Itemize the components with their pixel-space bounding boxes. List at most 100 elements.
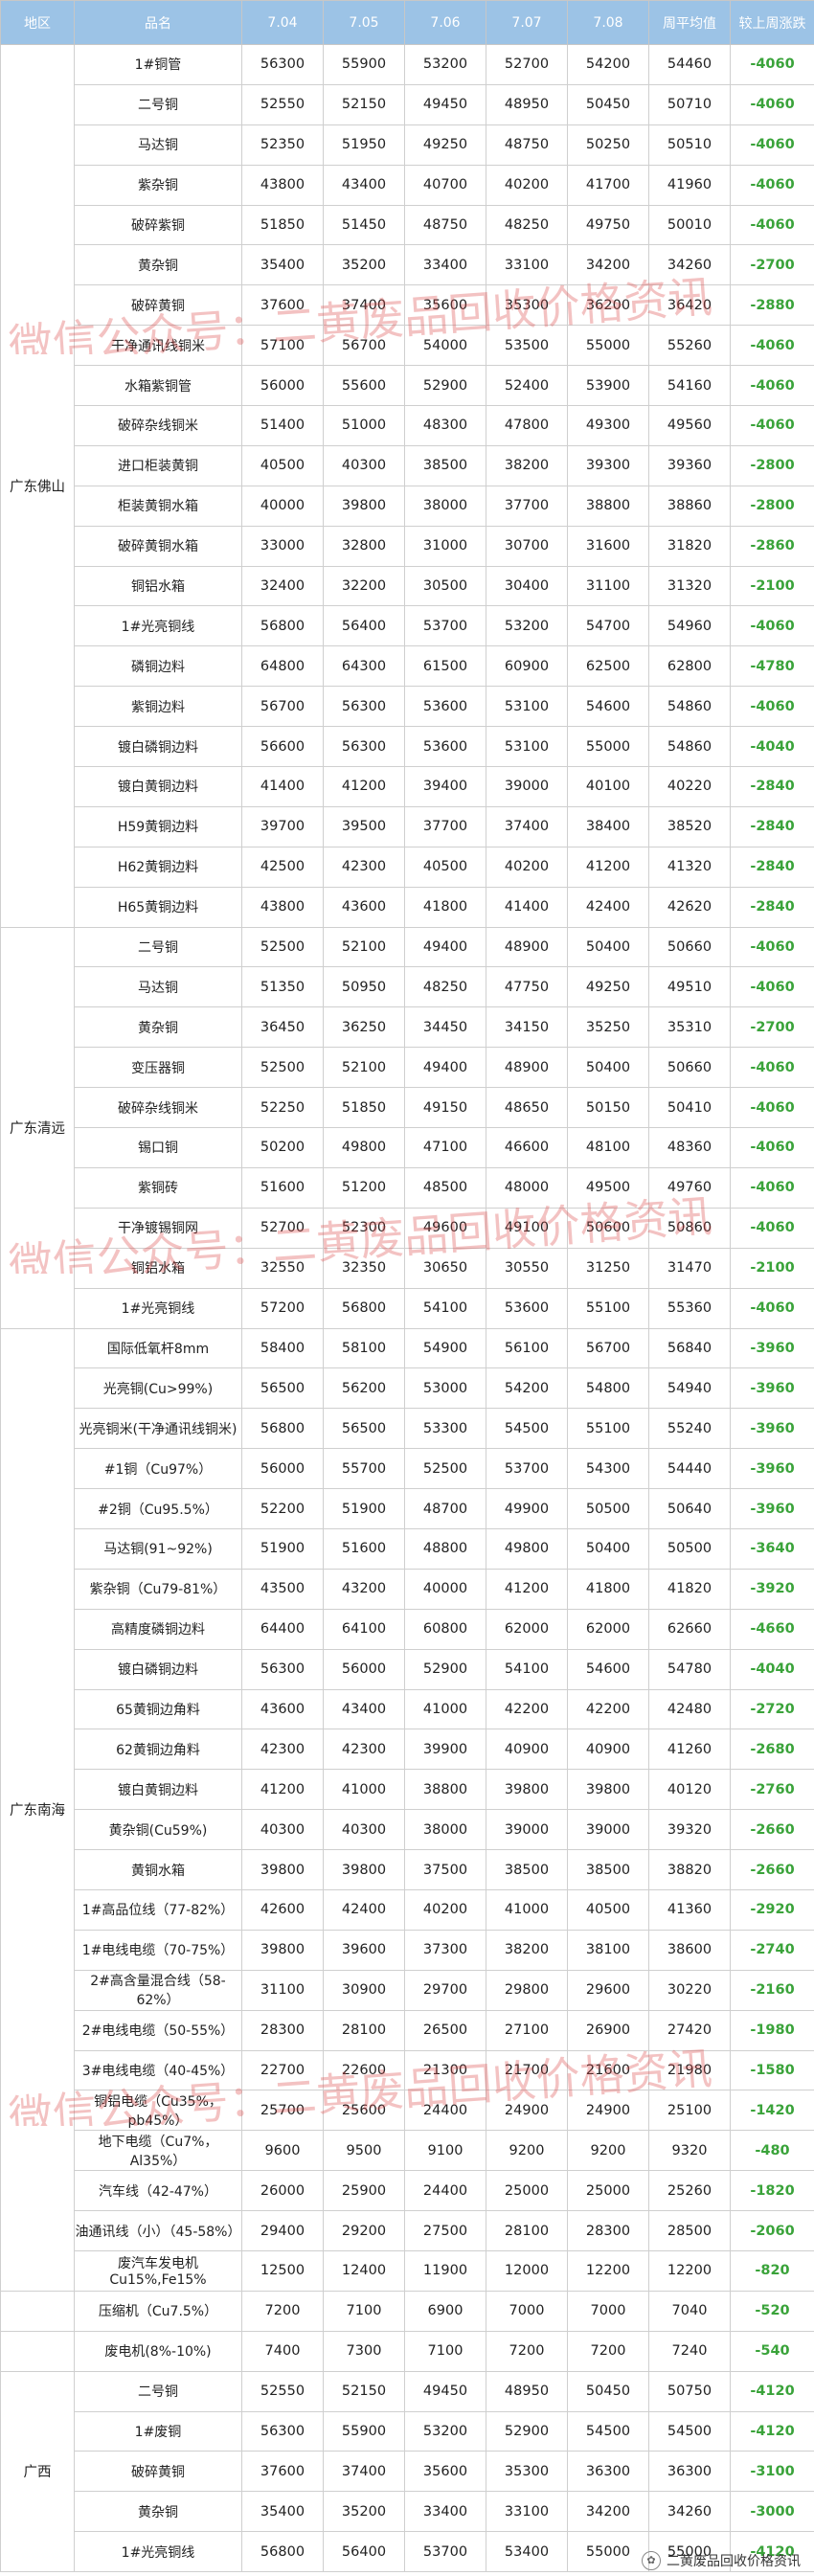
price-cell: 52900 xyxy=(404,365,486,407)
weekly-avg-cell: 48360 xyxy=(648,1127,731,1168)
price-cell: 33400 xyxy=(404,244,486,286)
price-cell: 49450 xyxy=(404,2370,486,2412)
region-cell: 广东清远 xyxy=(0,926,75,1329)
weekly-change-cell: -3960 xyxy=(730,1488,814,1529)
product-name-cell: 黄杂铜 xyxy=(74,1006,242,1049)
price-cell: 43400 xyxy=(323,164,405,206)
table-row: 1#高品位线（77-82%） 42600 42400 40200 41000 40500 4… xyxy=(1,1888,814,1931)
price-cell: 40500 xyxy=(567,1888,649,1931)
table-row: 广东清远 二号铜 52500 52100 49400 48900 50400 50660 -40… xyxy=(0,926,814,1329)
table-row: 黄杂铜 35400 35200 33400 33100 34200 34260 -2700 xyxy=(1,244,814,286)
product-name-cell: 镀白黄铜边料 xyxy=(74,766,242,807)
weekly-change-cell: -2100 xyxy=(730,565,814,607)
price-cell: 49500 xyxy=(567,1166,649,1209)
weekly-change-cell: -2700 xyxy=(730,1006,814,1049)
weekly-change-cell: -2740 xyxy=(730,1929,814,1971)
price-cell: 56700 xyxy=(323,325,405,367)
price-cell: 32350 xyxy=(323,1247,405,1289)
price-cell: 52150 xyxy=(323,83,405,125)
price-cell: 51850 xyxy=(241,204,324,246)
weekly-avg-cell: 42620 xyxy=(648,886,731,928)
price-cell: 54200 xyxy=(486,1367,568,1410)
price-cell: 56300 xyxy=(241,2410,324,2452)
price-cell: 40000 xyxy=(404,1568,486,1610)
weekly-change-cell: -3960 xyxy=(730,1408,814,1450)
price-cell: 43800 xyxy=(241,164,324,206)
price-cell: 28100 xyxy=(486,2210,568,2251)
product-name-cell: 镀白黄铜边料 xyxy=(74,1769,242,1811)
price-cell: 55100 xyxy=(567,1408,649,1450)
price-cell: 52250 xyxy=(241,1087,324,1129)
footer-brand: ✿ 二黄废品回收价格资讯 xyxy=(642,2551,801,2570)
price-cell: 7100 xyxy=(404,2330,486,2372)
price-cell: 56500 xyxy=(323,1408,405,1450)
price-cell: 49900 xyxy=(486,1488,568,1529)
price-cell: 32400 xyxy=(241,565,324,607)
price-cell: 37700 xyxy=(486,485,568,527)
table-row: 压缩机（Cu7.5%） 7200 7100 6900 7000 7000 7040 -520 xyxy=(0,2290,814,2332)
product-name-cell: 紫杂铜 xyxy=(74,164,242,206)
weekly-avg-cell: 41960 xyxy=(648,164,731,206)
weekly-avg-cell: 54500 xyxy=(648,2410,731,2452)
price-cell: 50400 xyxy=(567,1527,649,1570)
table-row: 二号铜 52550 52150 49450 48950 50450 50710 -4060 xyxy=(1,83,814,125)
price-cell: 40900 xyxy=(486,1729,568,1771)
header-date-3: 7.06 xyxy=(404,0,486,45)
weekly-avg-cell: 34260 xyxy=(648,244,731,286)
price-cell: 56300 xyxy=(241,1648,324,1690)
price-cell: 40300 xyxy=(323,444,405,486)
price-cell: 24400 xyxy=(404,2090,486,2132)
product-name-cell: 1#光亮铜线 xyxy=(74,605,242,647)
price-cell: 48300 xyxy=(404,405,486,446)
product-name-cell: 铜铝水箱 xyxy=(74,565,242,607)
price-cell: 55600 xyxy=(323,365,405,407)
table-row: 紫铜砖 51600 51200 48500 48000 49500 49760 -4060 xyxy=(1,1166,814,1209)
table-row: 铜铝水箱 32400 32200 30500 30400 31100 31320 -2100 xyxy=(1,565,814,607)
weekly-change-cell: -520 xyxy=(730,2290,814,2332)
price-cell: 46600 xyxy=(486,1127,568,1168)
price-cell: 52500 xyxy=(404,1448,486,1490)
price-cell: 30900 xyxy=(323,1969,405,2011)
table-row: 紫杂铜 43800 43400 40700 40200 41700 41960 -4060 xyxy=(1,164,814,206)
price-cell: 56100 xyxy=(486,1327,568,1369)
weekly-avg-cell: 50710 xyxy=(648,83,731,125)
product-name-cell: 废电机(8%-10%) xyxy=(74,2330,242,2372)
weekly-avg-cell: 25100 xyxy=(648,2090,731,2132)
price-cell: 49800 xyxy=(486,1527,568,1570)
price-cell: 56500 xyxy=(241,1367,324,1410)
weekly-avg-cell: 56840 xyxy=(648,1327,731,1369)
weekly-change-cell: -2840 xyxy=(730,846,814,888)
price-cell: 25700 xyxy=(241,2090,324,2132)
price-cell: 25900 xyxy=(323,2170,405,2212)
region-cell: 广东南海 xyxy=(0,1327,75,2292)
price-cell: 39800 xyxy=(567,1769,649,1811)
price-cell: 37400 xyxy=(323,284,405,327)
footer-text: 二黄废品回收价格资讯 xyxy=(667,2554,801,2569)
table-row: 废电机(8%-10%) 7400 7300 7100 7200 7200 7240 -540 xyxy=(0,2330,814,2372)
price-cell: 58400 xyxy=(241,1327,324,1369)
product-name-cell: 马达铜 xyxy=(74,966,242,1008)
weekly-avg-cell: 36300 xyxy=(648,2451,731,2493)
price-cell: 42400 xyxy=(323,1888,405,1931)
price-cell: 56200 xyxy=(323,1367,405,1410)
weekly-change-cell: -2660 xyxy=(730,1809,814,1851)
price-cell: 7200 xyxy=(567,2330,649,2372)
table-row: 紫杂铜（Cu79-81%） 43500 43200 40000 41200 41800 41… xyxy=(1,1568,814,1610)
price-cell: 22700 xyxy=(241,2049,324,2091)
price-cell: 37700 xyxy=(404,805,486,847)
price-cell: 35200 xyxy=(323,2491,405,2533)
price-cell: 41700 xyxy=(567,164,649,206)
price-cell: 48950 xyxy=(486,83,568,125)
price-cell: 37400 xyxy=(323,2451,405,2493)
price-cell: 9100 xyxy=(404,2130,486,2172)
table-row: 黄铜水箱 39800 39800 37500 38500 38500 38820 -2660 xyxy=(1,1849,814,1890)
product-name-cell: 破碎杂线铜米 xyxy=(74,405,242,446)
table-row: #1铜（Cu97%） 56000 55700 52500 53700 54300 54440… xyxy=(1,1448,814,1490)
header-weekly-avg: 周平均值 xyxy=(648,0,731,45)
weekly-avg-cell: 28500 xyxy=(648,2210,731,2251)
table-row: 2#高含量混合线（58-62%） 31100 30900 29700 29800 2960… xyxy=(1,1969,814,2011)
price-cell: 21700 xyxy=(486,2049,568,2091)
price-cell: 61500 xyxy=(404,645,486,688)
product-name-cell: 光亮铜(Cu>99%) xyxy=(74,1367,242,1410)
price-cell: 28300 xyxy=(567,2210,649,2251)
